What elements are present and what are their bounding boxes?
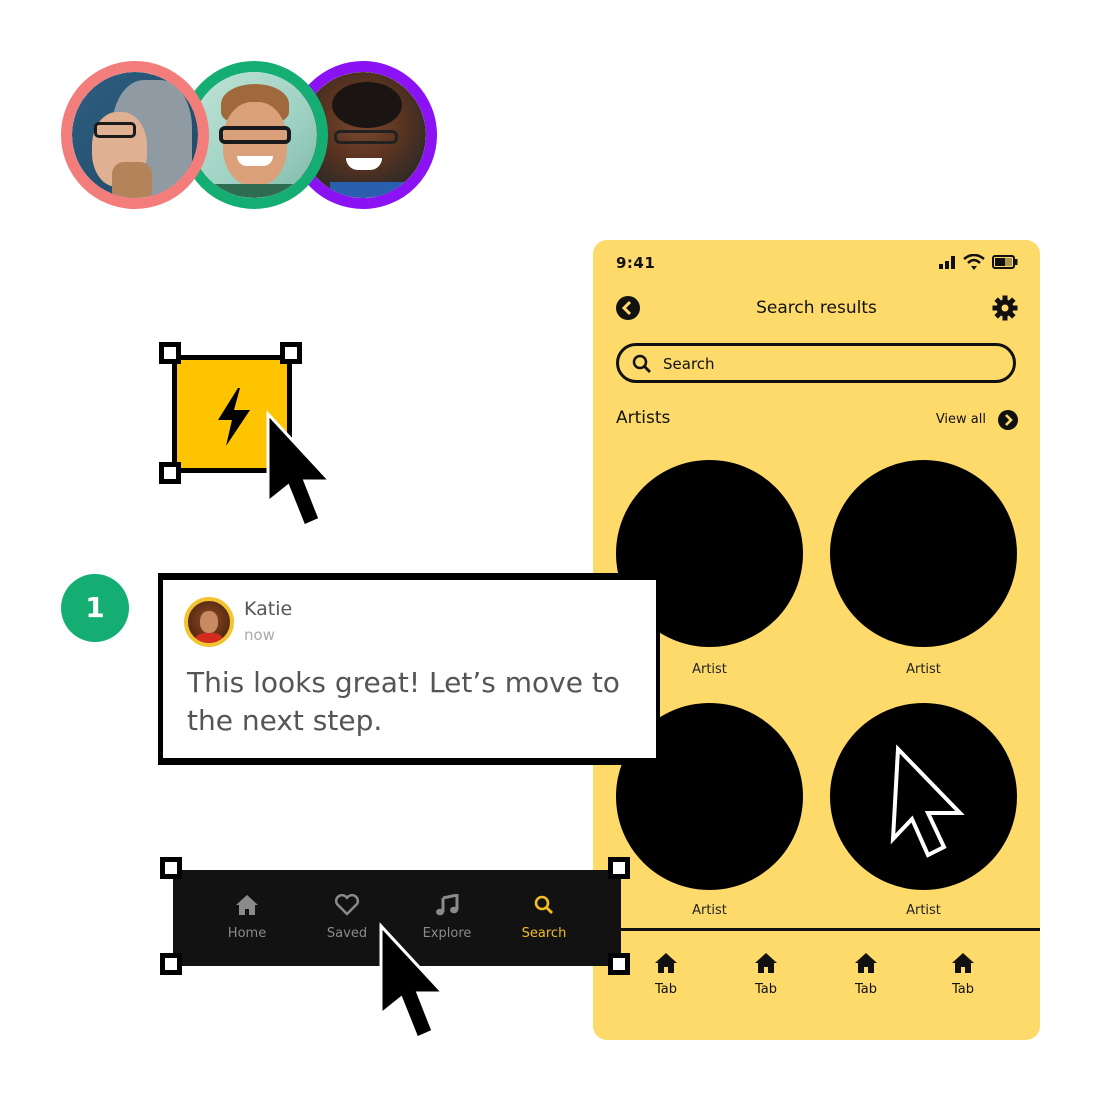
tab-label: Tab <box>854 982 877 997</box>
nav-label: Home <box>227 926 267 941</box>
music-note-icon <box>436 893 459 916</box>
resize-handle-top-left[interactable] <box>159 342 181 364</box>
lightning-icon <box>218 388 250 446</box>
tab-label: Tab <box>951 982 974 997</box>
nav-label: Search <box>521 926 567 941</box>
section-title-artists: Artists <box>616 408 671 428</box>
cursor-arrow-icon <box>379 922 447 1040</box>
nav-item-home[interactable]: Home <box>207 894 287 941</box>
resize-handle-bottom-left[interactable] <box>160 953 182 975</box>
search-placeholder: Search <box>663 355 715 373</box>
artist-label-4: Artist <box>906 903 941 918</box>
search-icon <box>534 895 553 914</box>
artist-image-2[interactable] <box>830 460 1017 647</box>
cursor-outline-icon <box>890 744 965 858</box>
comment-author-name: Katie <box>244 598 293 620</box>
artist-image-4[interactable] <box>830 703 1017 890</box>
home-icon <box>952 953 974 973</box>
cursor-arrow-icon <box>266 410 334 528</box>
chevron-right-icon[interactable] <box>998 410 1018 430</box>
tab-1[interactable]: Tab <box>636 952 696 997</box>
avatar-1 <box>61 61 209 209</box>
signal-icon <box>939 256 955 269</box>
comment-timestamp: now <box>244 626 275 644</box>
home-icon <box>655 953 677 973</box>
phone-screen: 9:41 Search results Search Artists View … <box>593 240 1040 1040</box>
battery-icon <box>992 255 1018 269</box>
heart-icon <box>334 893 360 916</box>
search-input[interactable]: Search <box>616 343 1016 383</box>
resize-handle-top-left[interactable] <box>160 857 182 879</box>
tab-4[interactable]: Tab <box>933 952 993 997</box>
view-all-link[interactable]: View all <box>936 412 986 427</box>
status-time: 9:41 <box>616 254 656 272</box>
page-title: Search results <box>756 298 877 318</box>
wifi-icon <box>963 254 985 270</box>
resize-handle-top-right[interactable] <box>280 342 302 364</box>
artist-label-2: Artist <box>906 662 941 677</box>
home-icon <box>855 953 877 973</box>
comment-text: This looks great! Let’s move to the next… <box>187 666 620 737</box>
settings-gear-icon[interactable] <box>992 295 1018 321</box>
tab-2[interactable]: Tab <box>736 952 796 997</box>
comment-card: Katie now This looks great! Let’s move t… <box>163 580 656 758</box>
resize-handle-top-right[interactable] <box>608 857 630 879</box>
resize-handle-bottom-left[interactable] <box>159 462 181 484</box>
home-icon <box>236 895 258 915</box>
tab-label: Tab <box>654 982 677 997</box>
step-number-badge: 1 <box>61 574 129 642</box>
artist-label-3: Artist <box>692 903 727 918</box>
nav-item-search[interactable]: Search <box>504 894 584 941</box>
resize-handle-bottom-right[interactable] <box>608 953 630 975</box>
tabbar-divider <box>593 928 1040 931</box>
comment-author-avatar <box>184 597 234 647</box>
tab-label: Tab <box>754 982 777 997</box>
home-icon <box>755 953 777 973</box>
tab-3[interactable]: Tab <box>836 952 896 997</box>
search-icon <box>632 354 651 373</box>
